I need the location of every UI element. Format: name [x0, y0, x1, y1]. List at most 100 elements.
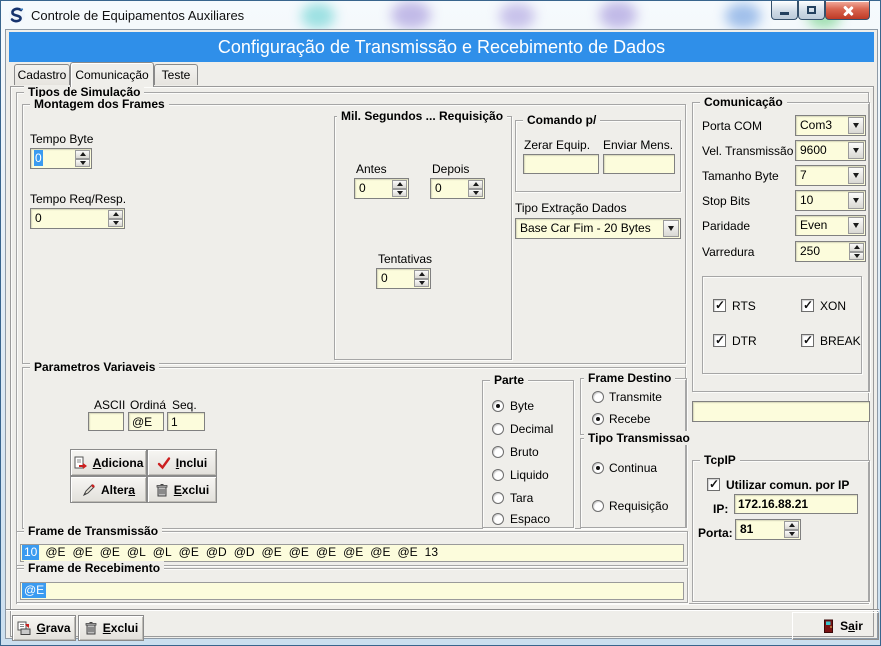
porta-spin-buttons[interactable]	[784, 521, 799, 538]
dialog-client-area: Configuração de Transmissão e Recebiment…	[5, 29, 878, 639]
glass-blob	[391, 1, 431, 29]
radio-bruto[interactable]	[492, 446, 504, 458]
inclui-button[interactable]: Inclui	[147, 449, 217, 476]
tentativas-value: 0	[380, 270, 389, 286]
tipo-extracao-value: Base Car Fim - 20 Bytes	[519, 220, 652, 236]
dtr-checkbox[interactable]	[713, 334, 726, 347]
enviar-mens-input[interactable]	[603, 154, 675, 174]
porta-com-dropdown-button[interactable]	[848, 117, 864, 134]
tamanho-byte-combobox[interactable]: 7	[795, 165, 866, 186]
tempo-req-label: Tempo Req/Resp.	[30, 192, 126, 206]
adiciona-button[interactable]: Adiciona	[70, 449, 147, 476]
rts-label: RTS	[732, 299, 756, 313]
stop-bits-combobox[interactable]: 10	[795, 190, 866, 211]
radio-tara[interactable]	[492, 492, 504, 504]
minimize-button[interactable]	[771, 1, 798, 20]
paridade-dropdown-button[interactable]	[848, 217, 864, 234]
trash-icon	[84, 621, 98, 635]
group-frame-destino-title: Frame Destino	[584, 371, 675, 385]
porta-value: 81	[739, 521, 754, 537]
radio-byte[interactable]	[492, 400, 504, 412]
radio-continua[interactable]	[592, 462, 604, 474]
tab-cadastro[interactable]: Cadastro	[14, 64, 70, 85]
inclui-label: Inclui	[176, 456, 207, 470]
seq-input[interactable]: 1	[167, 412, 205, 431]
group-mil-segundos-title: Mil. Segundos ... Requisição	[337, 109, 507, 123]
porta-spinner[interactable]: 81	[735, 519, 801, 540]
group-tipo-transmissao: Tipo Transmissao	[580, 438, 687, 528]
tipo-extracao-combobox[interactable]: Base Car Fim - 20 Bytes	[515, 218, 681, 239]
group-tipo-transmissao-title: Tipo Transmissao	[584, 431, 694, 445]
zerar-equip-input[interactable]	[523, 154, 599, 174]
tamanho-byte-value: 7	[799, 167, 808, 183]
tentativas-spinner[interactable]: 0	[376, 268, 431, 289]
group-parametros-title: Parametros Variaveis	[30, 360, 159, 374]
maximize-button[interactable]	[798, 1, 825, 20]
xon-checkbox[interactable]	[801, 299, 814, 312]
tipo-extracao-dropdown-button[interactable]	[663, 220, 679, 237]
stop-bits-label: Stop Bits	[702, 194, 750, 208]
depois-label: Depois	[432, 162, 469, 176]
radio-liquido[interactable]	[492, 469, 504, 481]
vel-transmissao-value: 9600	[799, 142, 828, 158]
ordina-label: Ordiná	[130, 398, 166, 412]
depois-spinner[interactable]: 0	[430, 178, 485, 199]
aux-message-input[interactable]	[692, 401, 870, 422]
tab-comunicacao[interactable]: Comunicação	[70, 62, 154, 87]
radio-decimal[interactable]	[492, 423, 504, 435]
radio-requisicao[interactable]	[592, 500, 604, 512]
tempo-byte-spin-buttons[interactable]	[75, 150, 90, 167]
altera-button[interactable]: Altera	[70, 476, 147, 503]
zerar-equip-label: Zerar Equip.	[524, 138, 590, 152]
ascii-input[interactable]	[88, 412, 124, 431]
tab-teste[interactable]: Teste	[154, 64, 198, 85]
varredura-spin-buttons[interactable]	[849, 243, 864, 260]
title-bar[interactable]: Controle de Equipamentos Auxiliares	[1, 1, 881, 29]
ip-label: IP:	[713, 502, 728, 516]
frame-transmissao-input[interactable]: 10@E@E@E@L@L@E@D@D@E@E@E@E@E@E13	[20, 544, 684, 562]
maximize-icon	[807, 6, 816, 14]
tempo-req-spin-buttons[interactable]	[108, 210, 123, 227]
exclui-button[interactable]: Exclui	[147, 476, 217, 503]
break-checkbox[interactable]	[801, 334, 814, 347]
radio-transmite[interactable]	[592, 391, 604, 403]
radio-tara-label: Tara	[510, 491, 533, 505]
rts-checkbox[interactable]	[713, 299, 726, 312]
ip-input[interactable]: 172.16.88.21	[734, 494, 858, 514]
xon-label: XON	[820, 299, 846, 313]
sair-button[interactable]: Sair	[809, 614, 875, 638]
vel-transmissao-combobox[interactable]: 9600	[795, 140, 866, 161]
frame-recebimento-input[interactable]: @E	[20, 582, 684, 600]
paridade-combobox[interactable]: Even	[795, 215, 866, 236]
footer-exclui-button[interactable]: Exclui	[78, 615, 144, 641]
antes-spinner[interactable]: 0	[354, 178, 409, 199]
vel-transmissao-dropdown-button[interactable]	[848, 142, 864, 159]
use-ip-checkbox[interactable]	[707, 478, 720, 491]
depois-value: 0	[434, 180, 443, 196]
ascii-label: ASCII	[94, 398, 125, 412]
close-button[interactable]	[825, 1, 870, 20]
stop-bits-dropdown-button[interactable]	[848, 192, 864, 209]
porta-com-combobox[interactable]: Com3	[795, 115, 866, 136]
tempo-byte-spinner[interactable]: 0	[30, 148, 92, 169]
paridade-label: Paridade	[702, 219, 750, 233]
close-icon	[842, 5, 853, 16]
tempo-req-spinner[interactable]: 0	[30, 208, 125, 229]
app-icon	[8, 6, 26, 24]
tamanho-byte-dropdown-button[interactable]	[848, 167, 864, 184]
antes-spin-buttons[interactable]	[392, 180, 407, 197]
ordina-input[interactable]: @E	[128, 412, 164, 431]
app-window: Controle de Equipamentos Auxiliares Conf…	[0, 0, 881, 646]
radio-recebe[interactable]	[592, 413, 604, 425]
varredura-value: 250	[799, 243, 821, 259]
group-comunicacao-title: Comunicação	[700, 95, 787, 109]
depois-spin-buttons[interactable]	[468, 180, 483, 197]
radio-espaco[interactable]	[492, 513, 504, 525]
door-exit-icon	[821, 619, 835, 634]
grava-button[interactable]: Grava	[12, 615, 76, 641]
group-tcpip-title: TcpIP	[700, 453, 740, 467]
radio-requisicao-label: Requisição	[609, 499, 668, 513]
tentativas-spin-buttons[interactable]	[414, 270, 429, 287]
porta-label: Porta:	[698, 526, 733, 540]
varredura-spinner[interactable]: 250	[795, 241, 866, 262]
